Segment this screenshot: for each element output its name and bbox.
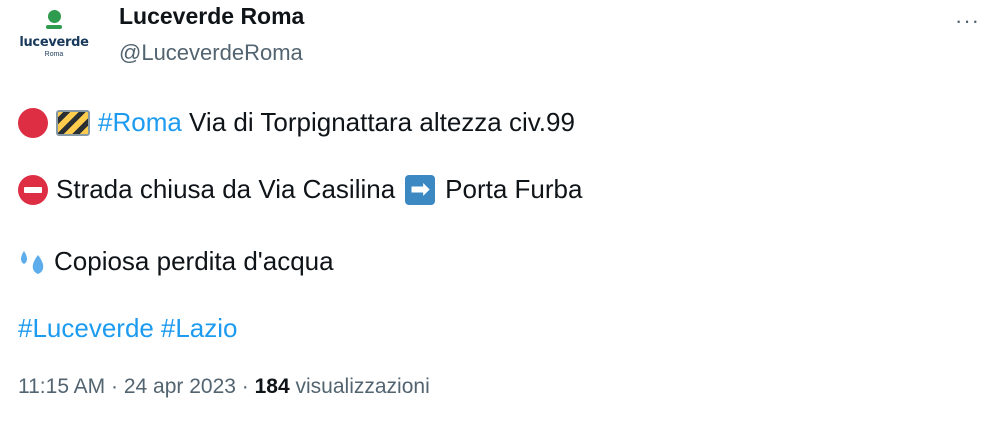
views-label: visualizzazioni <box>289 375 430 398</box>
tweet-line-closure: Strada chiusa da Via Casilina ➡ Porta Fu… <box>18 174 582 205</box>
closure-text: Strada chiusa da Via Casilina <box>56 174 396 204</box>
user-handle[interactable]: @LuceverdeRoma <box>119 40 303 66</box>
location-text: Via di Torpignattara altezza civ.99 <box>181 107 575 137</box>
tweet-line-hashtags: #Luceverde #Lazio <box>18 313 238 344</box>
destination-text: Porta Furba <box>445 174 583 204</box>
traffic-light-logo-icon <box>47 10 61 23</box>
tweet-line-leak: Copiosa perdita d'acqua <box>18 246 334 277</box>
tweet-line-location: #Roma Via di Torpignattara altezza civ.9… <box>18 107 575 138</box>
display-name[interactable]: Luceverde Roma <box>119 3 304 30</box>
construction-barrier-icon <box>56 109 90 136</box>
avatar-city: Roma <box>44 51 64 58</box>
views-count[interactable]: 184 <box>255 375 290 398</box>
avatar[interactable]: luceverde Roma <box>16 6 92 82</box>
no-entry-icon <box>18 174 48 205</box>
more-icon[interactable]: ··· <box>955 8 980 34</box>
tweet-meta: 11:15 AM · 24 apr 2023 · 184 visualizzaz… <box>18 375 430 399</box>
avatar-brand: luceverde <box>19 35 89 50</box>
meta-separator: · <box>105 375 124 398</box>
leak-text: Copiosa perdita d'acqua <box>54 246 334 276</box>
tweet-date[interactable]: 24 apr 2023 <box>124 375 236 398</box>
hashtag-lazio[interactable]: #Lazio <box>161 313 238 344</box>
tweet-time[interactable]: 11:15 AM <box>18 375 105 398</box>
red-circle-icon <box>18 107 48 138</box>
logo-stem <box>46 25 62 29</box>
hashtag-roma[interactable]: #Roma <box>98 107 182 138</box>
meta-separator: · <box>235 375 255 398</box>
sweat-droplets-icon <box>21 250 44 274</box>
right-arrow-icon: ➡ <box>405 174 436 205</box>
hashtag-luceverde[interactable]: #Luceverde <box>18 313 154 344</box>
